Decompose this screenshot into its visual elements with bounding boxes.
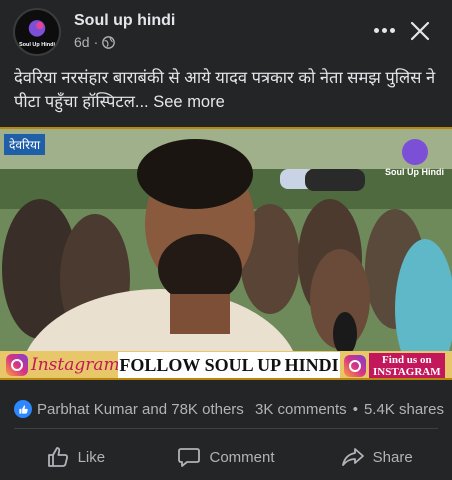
find-us-line2: INSTAGRAM <box>373 366 441 378</box>
counts-right: 3K comments • 5.4K shares <box>255 401 444 418</box>
shares-count[interactable]: 5.4K shares <box>364 401 444 418</box>
find-us-line1: Find us on <box>382 354 432 366</box>
instagram-label: Instagram <box>31 355 120 375</box>
post-caption: देवरिया नरसंहार बाराबंकी से आये यादव पत्… <box>14 66 444 114</box>
channel-watermark: Soul Up Hindi <box>385 139 444 177</box>
share-label: Share <box>372 448 413 466</box>
post-meta: 6d · <box>74 34 116 50</box>
video-player[interactable]: देवरिया Soul Up Hindi Instagram FOLLOW S… <box>0 127 452 380</box>
stats-separator: • <box>352 400 358 418</box>
globe-icon <box>102 35 116 49</box>
page-avatar[interactable]: Soul Up Hindi <box>13 8 61 56</box>
like-reaction-icon <box>14 400 32 418</box>
comments-count[interactable]: 3K comments <box>255 401 347 418</box>
post-actions: Like Comment Share <box>0 438 452 476</box>
page-name[interactable]: Soul up hindi <box>74 12 175 30</box>
comment-label: Comment <box>209 448 275 466</box>
like-label: Like <box>77 448 106 466</box>
see-more-link[interactable]: See more <box>153 93 225 111</box>
svg-text:Soul Up Hindi: Soul Up Hindi <box>19 42 56 48</box>
close-icon[interactable] <box>408 19 432 43</box>
engagement-stats: Parbhat Kumar and 78K others 3K comments… <box>14 398 444 420</box>
divider <box>14 428 438 429</box>
more-options-button[interactable] <box>370 20 398 40</box>
comment-button[interactable]: Comment <box>151 438 302 476</box>
location-tag: देवरिया <box>4 134 46 155</box>
more-dots-icon <box>373 27 379 33</box>
like-button[interactable]: Like <box>0 438 151 476</box>
avatar-logo-image: Soul Up Hindi <box>15 10 59 54</box>
thumbs-up-icon <box>47 447 68 467</box>
find-us-badge: Find us on INSTAGRAM <box>369 353 445 378</box>
post-header: Soul Up Hindi Soul up hindi 6d · <box>0 0 452 58</box>
share-arrow-icon <box>341 448 364 466</box>
instagram-banner: Instagram FOLLOW SOUL UP HINDI Find us o… <box>0 351 452 378</box>
instagram-label-group: Instagram <box>6 354 120 376</box>
more-dot <box>381 27 387 33</box>
follow-banner-text: FOLLOW SOUL UP HINDI <box>118 352 340 378</box>
instagram-icon <box>6 354 28 376</box>
share-button[interactable]: Share <box>301 438 452 476</box>
reactions-count[interactable]: Parbhat Kumar and 78K others <box>37 401 244 418</box>
meta-separator: · <box>93 34 99 50</box>
instagram-icon-right <box>344 355 366 377</box>
find-us-group: Find us on INSTAGRAM <box>344 353 445 378</box>
watermark-logo-icon <box>401 139 428 165</box>
more-dot <box>389 27 395 33</box>
watermark-text: Soul Up Hindi <box>385 167 444 177</box>
post-age[interactable]: 6d <box>74 34 90 50</box>
speech-bubble-icon <box>178 448 201 467</box>
